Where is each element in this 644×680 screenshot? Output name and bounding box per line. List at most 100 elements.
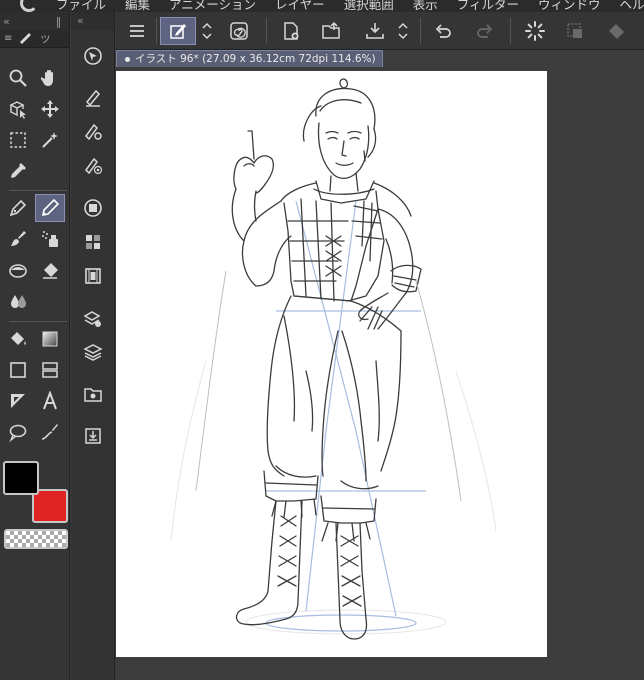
move-arrows-icon	[41, 100, 59, 118]
hand-icon	[40, 70, 53, 86]
menu-filter[interactable]: フィルター	[457, 0, 519, 12]
side-column-header: «	[71, 12, 114, 30]
ruler-triangle-icon	[11, 394, 25, 408]
open-file-button[interactable]	[316, 17, 346, 45]
command-separator	[510, 18, 511, 44]
menu-view[interactable]: 表示	[413, 0, 438, 12]
menu-window[interactable]: ウィンドウ	[538, 0, 601, 12]
ruler-tool[interactable]	[3, 387, 33, 415]
fill-tool[interactable]	[3, 325, 33, 353]
tool-palette: « ‖ ≡ ツ	[0, 12, 70, 680]
color-wheel-button[interactable]	[81, 196, 105, 220]
timeline-button[interactable]	[81, 264, 105, 288]
sketch-artwork	[170, 78, 497, 640]
command-separator	[156, 18, 157, 44]
marquee-icon	[10, 132, 26, 148]
zoom-tool[interactable]	[3, 64, 33, 92]
airbrush-tool[interactable]	[35, 225, 65, 253]
brush-icon	[11, 231, 26, 246]
blend-mode-button[interactable]	[224, 17, 254, 45]
object-select-icon	[9, 101, 26, 119]
menu-layer[interactable]: レイヤー	[275, 0, 325, 12]
gradient-tool[interactable]	[35, 325, 65, 353]
airbrush-icon	[42, 231, 58, 247]
object-tool[interactable]	[3, 95, 33, 123]
material-button[interactable]	[81, 382, 105, 406]
balloon-tool[interactable]	[3, 418, 33, 446]
frame-border-tool[interactable]	[35, 356, 65, 384]
clear-button[interactable]	[560, 17, 590, 45]
speech-balloon-icon	[9, 424, 27, 442]
layer-property-button[interactable]	[81, 307, 105, 331]
menu-selection[interactable]: 選択範囲	[344, 0, 394, 12]
tool-separator	[9, 190, 67, 191]
tool-separator	[9, 321, 67, 322]
brush-size-button[interactable]	[81, 154, 105, 178]
pen-tab-icon[interactable]	[18, 29, 34, 48]
decoration-tool[interactable]	[3, 256, 33, 284]
magnifier-icon	[9, 69, 27, 87]
correct-line-tool[interactable]	[35, 418, 65, 446]
save-button[interactable]	[360, 17, 390, 45]
line-correct-icon	[41, 424, 58, 440]
color-set-button[interactable]	[81, 230, 105, 254]
selection-tool[interactable]	[3, 126, 33, 154]
blend-drops-icon	[11, 295, 26, 308]
new-file-button[interactable]	[276, 17, 306, 45]
main-color-swatch[interactable]	[3, 461, 39, 495]
eraser-tool[interactable]	[35, 256, 65, 284]
brush-tool[interactable]	[3, 225, 33, 253]
eraser-icon	[43, 263, 58, 279]
canvas-paper[interactable]	[116, 71, 547, 657]
redo-button[interactable]	[470, 17, 500, 45]
menu-animation[interactable]: アニメーション	[169, 0, 256, 12]
collapse-side-icon[interactable]: «	[77, 14, 84, 27]
app-logo-icon[interactable]	[20, 0, 38, 12]
palette-tab-label[interactable]: ツ	[40, 31, 50, 46]
menu-button[interactable]	[122, 17, 152, 45]
eyedropper-tool[interactable]	[3, 157, 33, 185]
sub-tool-pen-icon	[85, 89, 101, 107]
pen-tool[interactable]	[3, 194, 33, 222]
transparent-color-swatch[interactable]	[4, 529, 68, 549]
command-separator	[420, 18, 421, 44]
palette-grip-icon[interactable]: ‖	[56, 15, 62, 28]
navigator-button[interactable]	[81, 44, 105, 68]
auto-select-tool[interactable]	[35, 126, 65, 154]
download-tray-icon	[85, 428, 101, 444]
decoration-icon	[9, 264, 27, 278]
layer-property-icon	[83, 311, 101, 327]
menu-edit[interactable]: 編集	[125, 0, 150, 12]
undo-button[interactable]	[428, 17, 458, 45]
layers-icon	[83, 344, 103, 361]
hand-tool[interactable]	[35, 64, 65, 92]
canvas-work-area[interactable]: イラスト 96* (27.09 x 36.12cm 72dpi 114.6%)	[116, 50, 644, 680]
tool-palette-tabs: ≡ ツ	[0, 30, 69, 48]
blend-tool[interactable]	[3, 287, 33, 315]
move-tool[interactable]	[35, 95, 65, 123]
tool-property-button[interactable]	[81, 120, 105, 144]
menu-help[interactable]: ヘルプ	[620, 0, 644, 12]
navigator-compass-icon	[84, 47, 102, 65]
menu-file[interactable]: ファイル	[56, 0, 106, 12]
save-stepper[interactable]	[394, 17, 412, 45]
paint-bucket-icon	[11, 332, 26, 345]
chevron-updown-icon	[202, 22, 212, 40]
magic-wand-icon	[42, 132, 58, 148]
sub-tool-button[interactable]	[81, 86, 105, 110]
document-tab-title: イラスト 96* (27.09 x 36.12cm 72dpi 114.6%)	[135, 53, 376, 65]
figure-tool[interactable]	[3, 356, 33, 384]
pen-nib-icon	[9, 199, 27, 217]
text-tool[interactable]	[35, 387, 65, 415]
fill-selection-button[interactable]	[602, 17, 632, 45]
layer-panel-button[interactable]	[81, 340, 105, 364]
clear-layer-icon	[567, 23, 582, 38]
pencil-tool[interactable]	[35, 194, 65, 222]
tool-mode-button[interactable]	[160, 17, 196, 45]
download-button[interactable]	[81, 424, 105, 448]
palette-menu-icon[interactable]: ≡	[4, 33, 12, 44]
collapse-palette-icon[interactable]: «	[3, 15, 10, 28]
document-tab[interactable]: イラスト 96* (27.09 x 36.12cm 72dpi 114.6%)	[116, 50, 383, 67]
mode-stepper[interactable]	[198, 17, 216, 45]
tool-palette-header: « ‖	[0, 12, 69, 30]
